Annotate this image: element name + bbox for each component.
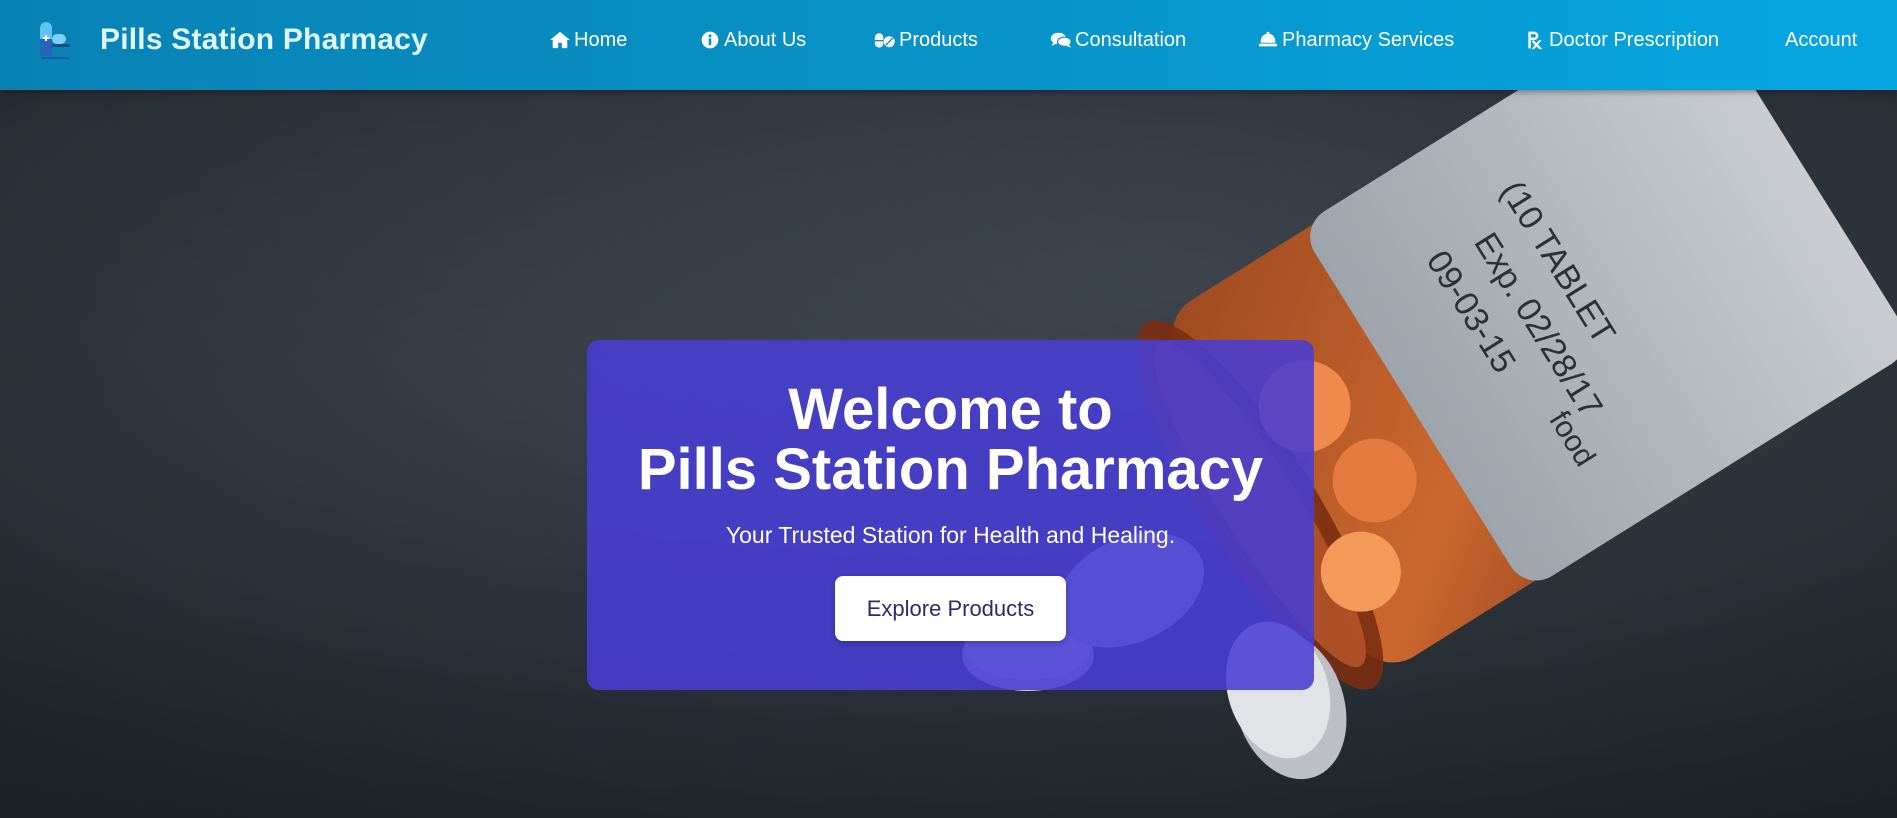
welcome-title-line1: Welcome to (788, 377, 1113, 442)
nav-pharmacy-services[interactable]: Pharmacy Services (1257, 0, 1454, 80)
nav-consultation[interactable]: Consultation (1050, 0, 1186, 80)
nav-doctor-prescription[interactable]: Doctor Prescription (1524, 0, 1719, 80)
welcome-card: Welcome to Pills Station Pharmacy Your T… (587, 340, 1314, 690)
nav-doctor-prescription-label: Doctor Prescription (1549, 28, 1720, 51)
top-navbar: Pills Station Pharmacy Home About Us Pro… (0, 0, 1897, 90)
explore-products-button[interactable]: Explore Products (835, 576, 1066, 641)
welcome-subtitle: Your Trusted Station for Health and Heal… (725, 522, 1176, 548)
home-icon (550, 31, 570, 49)
nav-products[interactable]: Products (874, 0, 978, 80)
nav-home-label: Home (574, 28, 628, 51)
welcome-title: Welcome to Pills Station Pharmacy (587, 380, 1314, 500)
nav-consultation-label: Consultation (1075, 28, 1187, 51)
brand[interactable]: Pills Station Pharmacy (38, 0, 428, 80)
brand-name: Pills Station Pharmacy (100, 23, 428, 56)
nav-about-us-label: About Us (724, 28, 807, 51)
welcome-title-line2: Pills Station Pharmacy (637, 437, 1264, 502)
hero-section: 09-03-15 Exp. 02/28/17 (10 TABLET food W… (0, 90, 1897, 818)
nav-account-label: Account (1785, 28, 1858, 51)
capsule-logo-icon (38, 20, 72, 60)
info-circle-icon (701, 31, 719, 49)
nav-pharmacy-services-label: Pharmacy Services (1282, 28, 1455, 51)
bell-icon (1258, 31, 1278, 47)
prescription-icon (1528, 31, 1543, 50)
nav-account[interactable]: Account (1785, 0, 1857, 80)
pills-icon (874, 33, 895, 48)
nav-products-label: Products (899, 28, 978, 51)
nav-home[interactable]: Home (549, 0, 627, 80)
nav-about-us[interactable]: About Us (699, 0, 806, 80)
comments-icon (1050, 32, 1072, 48)
